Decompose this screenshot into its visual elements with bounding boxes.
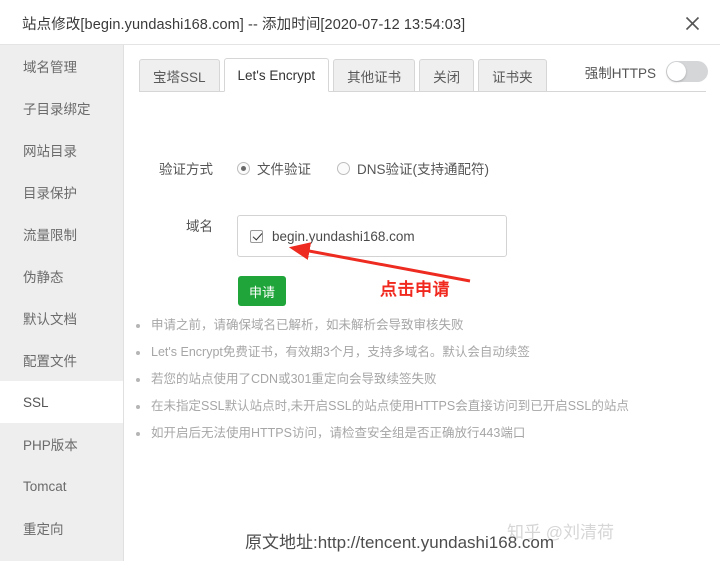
verify-method-label: 验证方式 [159,162,213,177]
sidebar-item-label: 配置文件 [23,354,77,369]
sidebar-item-redirect-beta[interactable]: 重定向(测试版) [0,549,123,561]
radio-file-verification[interactable]: 文件验证 [237,158,311,178]
radio-icon [237,161,250,175]
sidebar-item-label: 目录保护 [23,186,77,201]
radio-icon [337,161,350,175]
sidebar-item-label: Tomcat [23,478,67,494]
list-item: 若您的站点使用了CDN或301重定向会导致续签失败 [133,371,713,388]
tab-baota-ssl[interactable]: 宝塔SSL [139,59,220,92]
sidebar-item-subdirectory-binding[interactable]: 子目录绑定 [0,87,123,129]
sidebar-item-default-document[interactable]: 默认文档 [0,297,123,339]
annotation-arrow-icon [288,242,471,283]
force-https-label: 强制HTTPS [584,65,656,81]
sidebar-item-site-directory[interactable]: 网站目录 [0,129,123,171]
tab-label: 宝塔SSL [153,69,206,85]
sidebar-item-tomcat[interactable]: Tomcat [0,465,123,507]
radio-label: 文件验证 [257,162,311,177]
domain-label: 域名 [186,219,213,234]
domain-row: 域名 begin.yundashi168.com [125,215,720,257]
site-modify-dialog: 站点修改[begin.yundashi168.com] -- 添加时间[2020… [0,0,720,561]
tab-label: 其他证书 [347,69,402,85]
domain-value: begin.yundashi168.com [272,228,415,244]
list-item: Let's Encrypt免费证书，有效期3个月，支持多域名。默认会自动续签 [133,344,713,361]
sidebar-item-ssl[interactable]: SSL [0,381,123,423]
sidebar-item-label: 默认文档 [23,312,77,327]
sidebar-item-directory-protection[interactable]: 目录保护 [0,171,123,213]
radio-dns-verification[interactable]: DNS验证(支持通配符) [337,158,489,178]
sidebar-item-label: 伪静态 [23,270,64,285]
sidebar-item-domain-management[interactable]: 域名管理 [0,45,123,87]
verify-method-row: 验证方式 文件验证 DNS验证(支持通配符) [125,158,720,178]
sidebar-item-label: 域名管理 [23,60,77,75]
sidebar-item-label: 重定向 [23,522,64,537]
dialog-titlebar: 站点修改[begin.yundashi168.com] -- 添加时间[2020… [0,0,720,45]
notes-list: 申请之前，请确保域名已解析，如未解析会导致审核失败 Let's Encrypt免… [133,317,713,452]
list-item: 申请之前，请确保域名已解析，如未解析会导致审核失败 [133,317,713,334]
tab-certificate-folder[interactable]: 证书夹 [478,59,547,92]
sidebar-item-rewrite[interactable]: 伪静态 [0,255,123,297]
sidebar: 域名管理 子目录绑定 网站目录 目录保护 流量限制 伪静态 默认文档 配置文件 … [0,45,124,561]
source-url-caption: 原文地址:http://tencent.yundashi168.com [245,533,554,552]
domain-checkbox[interactable] [250,229,263,243]
ssl-panel: 宝塔SSL Let's Encrypt 其他证书 关闭 证书夹 强制HTTPS … [125,45,720,561]
sidebar-item-label: SSL [23,394,49,410]
tab-lets-encrypt[interactable]: Let's Encrypt [223,58,330,92]
force-https-toggle[interactable] [666,61,708,82]
sidebar-item-label: PHP版本 [23,438,78,453]
sidebar-item-label: 子目录绑定 [23,102,91,117]
annotation-label: 点击申请 [380,280,450,299]
list-item: 在未指定SSL默认站点时,未开启SSL的站点使用HTTPS会直接访问到已开启SS… [133,398,713,415]
list-item: 如开启后无法使用HTTPS访问，请检查安全组是否正确放行443端口 [133,425,713,442]
domain-list-box: begin.yundashi168.com [237,215,507,257]
sidebar-item-config-file[interactable]: 配置文件 [0,339,123,381]
tab-label: 关闭 [433,69,461,85]
sidebar-item-traffic-limit[interactable]: 流量限制 [0,213,123,255]
sidebar-item-php-version[interactable]: PHP版本 [0,423,123,465]
radio-label: DNS验证(支持通配符) [357,162,489,177]
apply-button[interactable]: 申请 [238,276,286,306]
sidebar-item-redirect[interactable]: 重定向 [0,507,123,549]
page-title: 站点修改[begin.yundashi168.com] -- 添加时间[2020… [22,17,466,33]
ssl-tabs: 宝塔SSL Let's Encrypt 其他证书 关闭 证书夹 [139,58,551,92]
sidebar-item-label: 流量限制 [23,228,77,243]
sidebar-item-label: 网站目录 [23,144,77,159]
close-icon[interactable] [678,9,706,37]
tab-label: 证书夹 [492,69,533,85]
tab-close[interactable]: 关闭 [419,59,475,92]
verify-method-options: 文件验证 DNS验证(支持通配符) [237,158,489,178]
tab-label: Let's Encrypt [237,67,316,83]
force-https-control: 强制HTTPS [585,61,708,82]
tab-other-certificate[interactable]: 其他证书 [333,59,416,92]
toggle-knob [667,62,686,81]
